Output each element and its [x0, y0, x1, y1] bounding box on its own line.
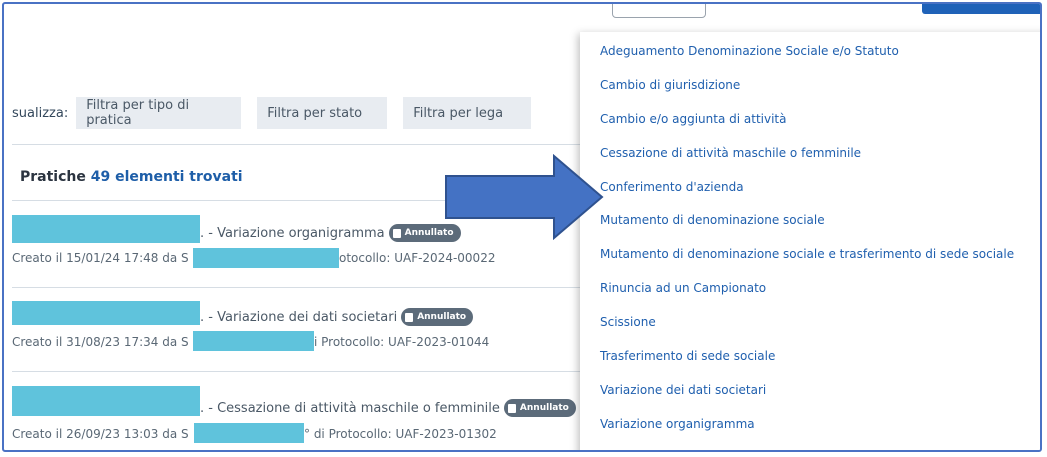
visualizza-label: sualizza:	[12, 105, 69, 121]
top-action-button[interactable]	[922, 4, 1040, 14]
trash-icon	[392, 228, 401, 238]
screenshot-frame: sualizza: Filtra per tipo di pratica Fil…	[2, 2, 1042, 452]
item-title[interactable]: . - Variazione organigramma Annullato	[200, 224, 461, 242]
item-title[interactable]: . - Cessazione di attività maschile o fe…	[200, 399, 576, 417]
item-title-text: . - Variazione organigramma	[200, 225, 385, 241]
redacted-block	[12, 301, 200, 325]
dropdown-item[interactable]: Rinuncia ad un Campionato	[600, 281, 766, 295]
pointer-arrow-icon	[445, 154, 604, 240]
filter-lega[interactable]: Filtra per lega	[403, 97, 532, 129]
status-badge: Annullato	[401, 308, 474, 326]
filter-stato[interactable]: Filtra per stato	[257, 97, 388, 129]
dropdown-item[interactable]: Adeguamento Denominazione Sociale e/o St…	[600, 44, 899, 58]
list-item[interactable]: . - Cessazione di attività maschile o fe…	[12, 382, 582, 443]
dropdown-item[interactable]: Variazione organigramma	[600, 417, 755, 431]
dropdown-item[interactable]: Cessazione di attività maschile o femmin…	[600, 146, 861, 160]
divider	[12, 144, 582, 145]
item-protocol: i Protocollo: UAF-2023-01044	[314, 335, 490, 349]
filter-tipo-pratica[interactable]: Filtra per tipo di pratica	[76, 97, 242, 129]
status-badge: Annullato	[503, 399, 576, 417]
list-item[interactable]: . - Variazione dei dati societari Annull…	[12, 296, 582, 356]
dropdown-item[interactable]: Trasferimento di sede sociale	[600, 349, 775, 363]
dropdown-item[interactable]: Mutamento di denominazione sociale	[600, 213, 825, 227]
item-title[interactable]: . - Variazione dei dati societari Annull…	[200, 308, 474, 326]
redacted-block	[193, 331, 314, 351]
item-protocol: otocollo: UAF-2024-00022	[339, 251, 496, 265]
filter-bar: sualizza: Filtra per tipo di pratica Fil…	[12, 96, 547, 130]
trash-icon	[405, 312, 414, 322]
item-protocol: ° di Protocollo: UAF-2023-01302	[304, 427, 497, 441]
top-control[interactable]	[612, 4, 706, 18]
item-created: Creato il 31/08/23 17:34 da S	[12, 335, 189, 349]
dropdown-item[interactable]: Cambio di giurisdizione	[600, 78, 740, 92]
redacted-block	[194, 423, 304, 443]
dropdown-item[interactable]: Cambio e/o aggiunta di attività	[600, 112, 786, 126]
item-created: Creato il 26/09/23 13:03 da S	[12, 427, 189, 441]
results-count: 49 elementi trovati	[90, 169, 243, 185]
redacted-block	[12, 386, 200, 416]
item-title-text: . - Cessazione di attività maschile o fe…	[200, 400, 500, 416]
dropdown-item[interactable]: Mutamento di denominazione sociale e tra…	[600, 247, 1014, 261]
dropdown-item[interactable]: Conferimento d'azienda	[600, 180, 744, 194]
dropdown-item[interactable]: Variazione dei dati societari	[600, 383, 766, 397]
redacted-block	[193, 248, 339, 268]
results-header: Pratiche 49 elementi trovati	[20, 169, 243, 185]
practice-type-dropdown: Adeguamento Denominazione Sociale e/o St…	[580, 32, 1040, 450]
dropdown-item[interactable]: Scissione	[600, 315, 656, 329]
item-created: Creato il 15/01/24 17:48 da S	[12, 251, 189, 265]
divider	[12, 287, 582, 288]
redacted-block	[12, 215, 200, 243]
trash-icon	[507, 403, 516, 413]
divider	[12, 371, 582, 372]
results-title: Pratiche	[20, 169, 86, 185]
item-title-text: . - Variazione dei dati societari	[200, 309, 398, 325]
